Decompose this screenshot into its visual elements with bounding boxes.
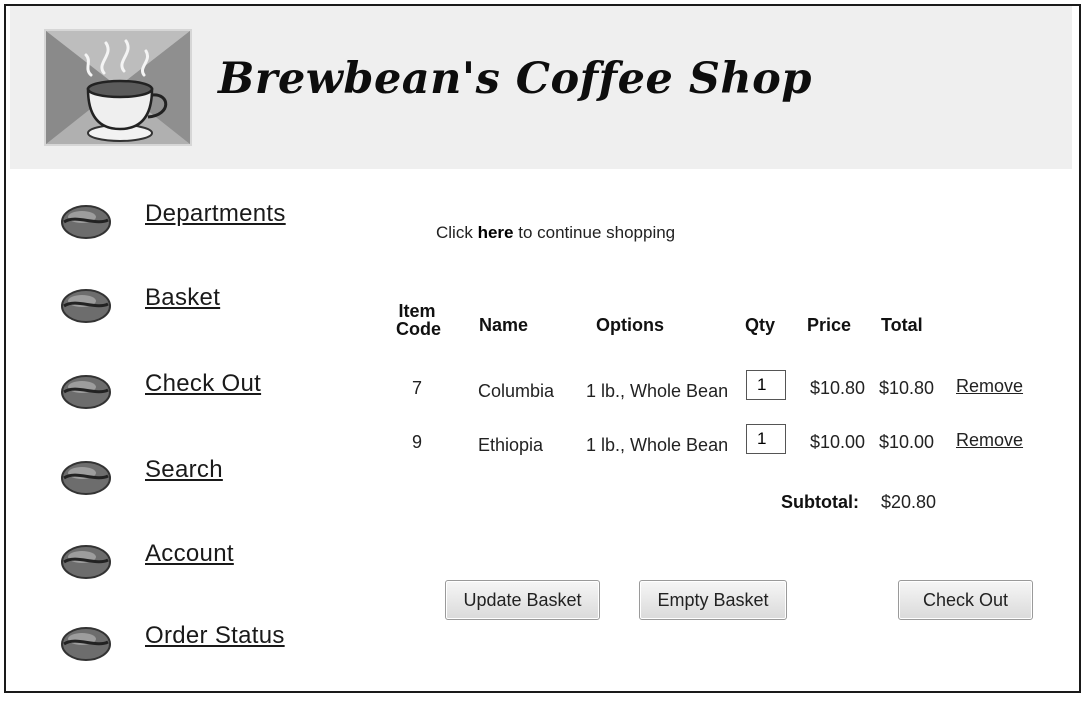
header-total: Total [881, 315, 923, 335]
row-2-qty-input[interactable] [746, 424, 786, 454]
sidebar-item-search[interactable]: Search [58, 456, 358, 506]
sidebar-item-basket[interactable]: Basket [58, 284, 358, 334]
row-2-price: $10.00 [810, 432, 866, 452]
coffee-bean-icon [61, 205, 111, 239]
row-1-options: 1 lb., Whole Bean [586, 381, 729, 401]
header-name: Name [479, 315, 529, 335]
subtotal-label: Subtotal: [781, 492, 859, 512]
header-item-code-line2: Code [396, 319, 441, 339]
coffee-bean-icon [61, 461, 111, 495]
empty-basket-button[interactable]: Empty Basket [639, 580, 787, 620]
update-basket-button[interactable]: Update Basket [445, 580, 600, 620]
sidebar-item-label[interactable]: Search [145, 456, 223, 484]
coffee-bean-icon [61, 545, 111, 579]
sidebar-item-label[interactable]: Check Out [145, 370, 261, 398]
header-qty: Qty [745, 315, 776, 335]
row-2-remove-link[interactable]: Remove [956, 430, 1023, 451]
sidebar-item-label[interactable]: Departments [145, 200, 286, 228]
sidebar-item-check-out[interactable]: Check Out [58, 370, 358, 420]
continue-shopping-link[interactable]: here [478, 223, 514, 242]
row-1-remove-link[interactable]: Remove [956, 376, 1023, 397]
continue-suffix: to continue shopping [518, 223, 676, 242]
coffee-bean-icon [61, 289, 111, 323]
subtotal-value: $20.80 [881, 492, 937, 512]
row-2-name: Ethiopia [478, 435, 544, 455]
sidebar-item-label[interactable]: Account [145, 540, 234, 568]
row-2-code: 9 [412, 432, 423, 452]
continue-shopping-text: Click here to continue shopping [436, 223, 675, 243]
header-options: Options [596, 315, 664, 335]
row-2-total: $10.00 [879, 432, 935, 452]
sidebar-item-label[interactable]: Basket [145, 284, 220, 312]
sidebar-item-label[interactable]: Order Status [145, 622, 285, 650]
header-item-code: Item Code [396, 301, 441, 339]
row-1-name: Columbia [478, 381, 555, 401]
row-1-qty-input[interactable] [746, 370, 786, 400]
coffee-bean-icon [61, 627, 111, 661]
row-1-price: $10.80 [810, 378, 866, 398]
row-1-code: 7 [412, 378, 423, 398]
continue-prefix: Click [436, 223, 473, 242]
row-1-total: $10.80 [879, 378, 935, 398]
coffee-cup-logo [44, 29, 192, 146]
page-title: Brewbean's Coffee Shop [218, 54, 812, 104]
sidebar-item-order-status[interactable]: Order Status [58, 622, 358, 672]
sidebar-item-account[interactable]: Account [58, 540, 358, 590]
header-price: Price [807, 315, 852, 335]
coffee-bean-icon [61, 375, 111, 409]
row-2-options: 1 lb., Whole Bean [586, 435, 729, 455]
sidebar-item-departments[interactable]: Departments [58, 200, 358, 250]
header-item-code-line1: Item [398, 301, 436, 321]
check-out-button[interactable]: Check Out [898, 580, 1033, 620]
